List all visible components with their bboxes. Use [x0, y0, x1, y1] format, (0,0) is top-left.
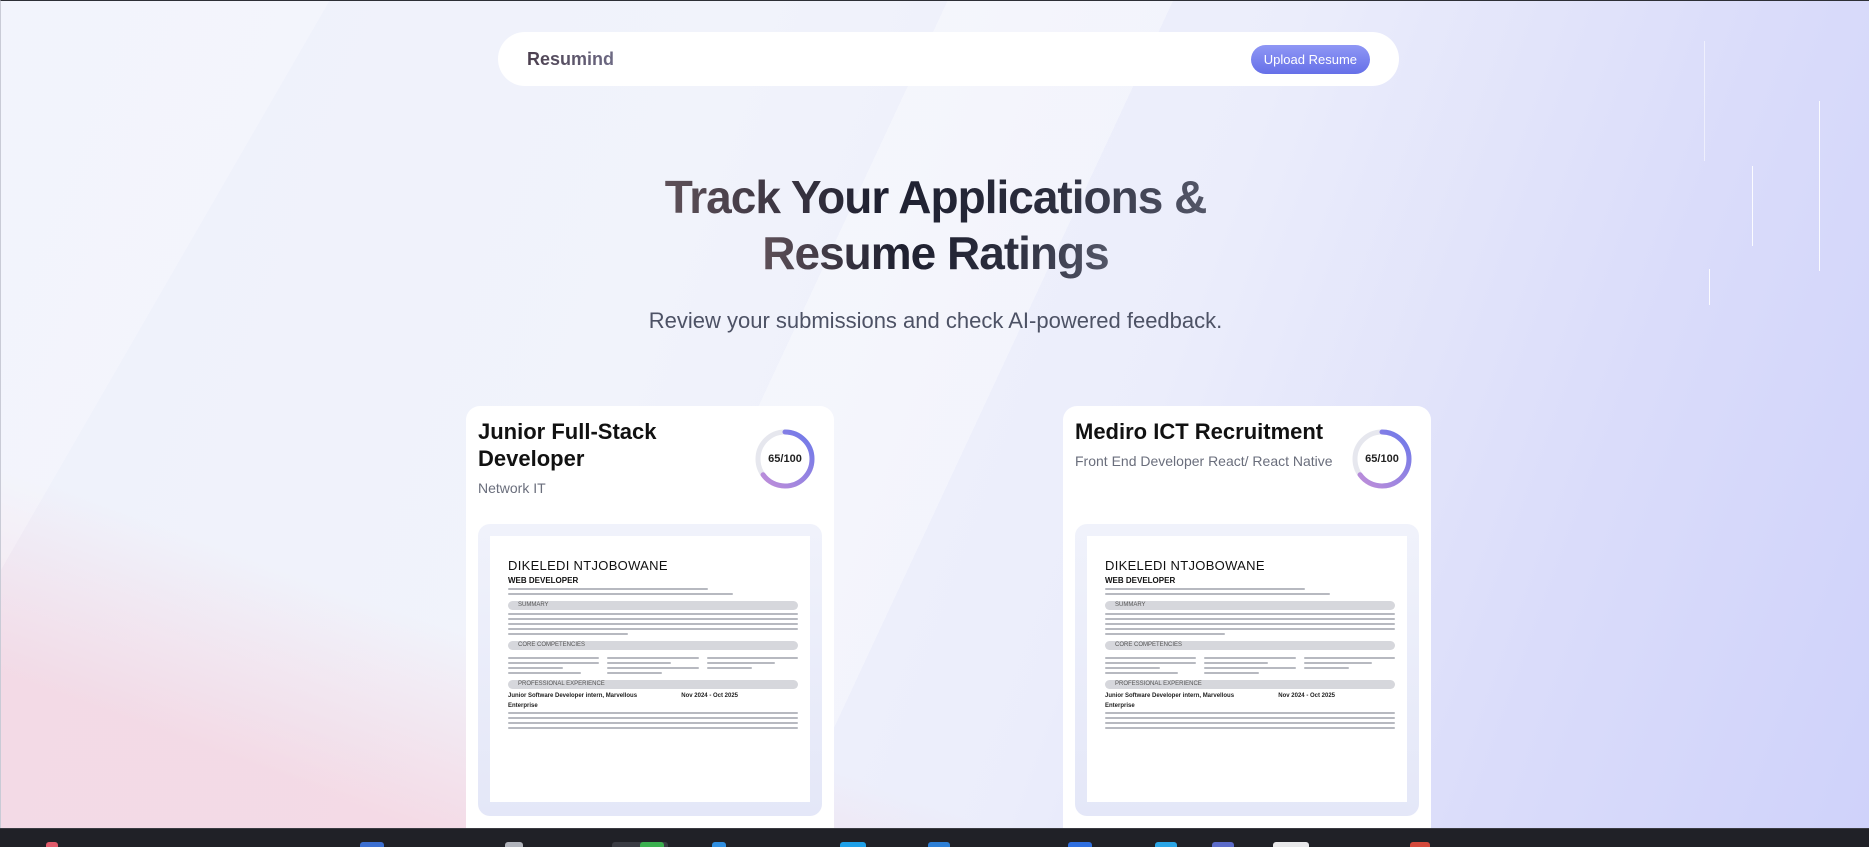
resume-section: SUMMARY	[508, 601, 798, 610]
resume-document: DIKELEDI NTJOBOWANE WEB DEVELOPER SUMMAR…	[1087, 536, 1407, 802]
text-line	[1105, 628, 1395, 630]
text-line	[1105, 593, 1330, 595]
resume-card[interactable]: Junior Full-Stack Developer Network IT 6…	[466, 406, 834, 828]
text-line	[1105, 722, 1395, 724]
text-line	[1105, 633, 1225, 635]
resume-job-dates: Nov 2024 - Oct 2025	[681, 693, 738, 699]
resume-section: CORE COMPETENCIES	[508, 641, 798, 650]
app-icon[interactable]	[840, 842, 866, 847]
resume-job: Junior Software Developer intern, Marvel…	[508, 693, 798, 699]
resume-company: Enterprise	[508, 703, 538, 709]
resume-role: WEB DEVELOPER	[1105, 576, 1176, 585]
page-subtitle: Review your submissions and check AI-pow…	[648, 308, 1223, 333]
page-title-line-1: Track Your Applications &	[664, 171, 1208, 223]
app-icon[interactable]	[712, 842, 726, 847]
app-icon[interactable]	[1155, 842, 1177, 847]
text-line	[508, 722, 798, 724]
resume-card[interactable]: Mediro ICT Recruitment Front End Develop…	[1063, 406, 1431, 828]
text-line	[508, 623, 798, 625]
resume-section: CORE COMPETENCIES	[1105, 641, 1395, 650]
job-title: Mediro ICT Recruitment	[1075, 419, 1324, 444]
text-line	[508, 633, 628, 635]
resume-role: WEB DEVELOPER	[508, 576, 579, 585]
page-title-line-2: Resume Ratings	[762, 227, 1109, 279]
page-title: Track Your Applications & Resume Ratings	[1, 169, 1869, 281]
resume-preview[interactable]: DIKELEDI NTJOBOWANE WEB DEVELOPER SUMMAR…	[1075, 524, 1419, 816]
app-icon[interactable]	[505, 842, 523, 847]
app-icon[interactable]	[1212, 842, 1234, 847]
top-navbar: Resumind Upload Resume	[498, 32, 1399, 86]
resume-name: DIKELEDI NTJOBOWANE	[1105, 558, 1265, 573]
resume-job-dates: Nov 2024 - Oct 2025	[1278, 693, 1335, 699]
app-icon[interactable]	[928, 842, 950, 847]
resume-job-company: Enterprise	[1105, 703, 1395, 709]
resume-section: PROFESSIONAL EXPERIENCE	[508, 680, 798, 689]
text-line	[1105, 717, 1395, 719]
app-icon[interactable]	[1068, 842, 1092, 847]
decorative-line	[1704, 41, 1705, 161]
text-line	[1105, 727, 1395, 729]
text-line	[508, 618, 798, 620]
text-line	[508, 717, 798, 719]
text-line	[508, 727, 798, 729]
card-header: Junior Full-Stack Developer Network IT 6…	[478, 418, 822, 530]
resume-job: Junior Software Developer intern, Marvel…	[1105, 693, 1395, 699]
os-taskbar	[0, 828, 1869, 847]
score-label: 65/100	[768, 453, 802, 465]
competency-columns	[1105, 654, 1395, 674]
text-line	[508, 613, 798, 615]
app-icon[interactable]	[360, 842, 384, 847]
job-title: Junior Full-Stack Developer	[478, 419, 657, 471]
app-page: Resumind Upload Resume Track Your Applic…	[0, 0, 1869, 828]
resume-section: PROFESSIONAL EXPERIENCE	[1105, 680, 1395, 689]
app-logo[interactable]: Resumind	[527, 49, 614, 70]
text-line	[508, 628, 798, 630]
text-line	[1105, 588, 1305, 590]
text-line	[508, 588, 708, 590]
resume-job-title: Junior Software Developer intern, Marvel…	[508, 693, 638, 699]
score-ring: 65/100	[754, 428, 816, 490]
competency-columns	[508, 654, 798, 674]
app-icon[interactable]	[1410, 842, 1430, 847]
text-line	[1105, 712, 1395, 714]
resume-job-title: Junior Software Developer intern, Marvel…	[1105, 693, 1235, 699]
app-icon[interactable]	[46, 842, 58, 847]
text-line	[508, 593, 733, 595]
resume-job-company: Enterprise	[508, 703, 798, 709]
resume-document: DIKELEDI NTJOBOWANE WEB DEVELOPER SUMMAR…	[490, 536, 810, 802]
card-header: Mediro ICT Recruitment Front End Develop…	[1075, 418, 1419, 530]
resume-company: Enterprise	[1105, 703, 1135, 709]
resume-section: SUMMARY	[1105, 601, 1395, 610]
text-line	[1105, 613, 1395, 615]
score-label: 65/100	[1365, 453, 1399, 465]
app-icon[interactable]	[1273, 842, 1309, 847]
resume-preview[interactable]: DIKELEDI NTJOBOWANE WEB DEVELOPER SUMMAR…	[478, 524, 822, 816]
text-line	[1105, 623, 1395, 625]
text-line	[1105, 618, 1395, 620]
text-line	[508, 712, 798, 714]
app-icon[interactable]	[640, 842, 664, 847]
upload-resume-button[interactable]: Upload Resume	[1250, 44, 1370, 74]
resume-name: DIKELEDI NTJOBOWANE	[508, 558, 668, 573]
score-ring: 65/100	[1351, 428, 1413, 490]
